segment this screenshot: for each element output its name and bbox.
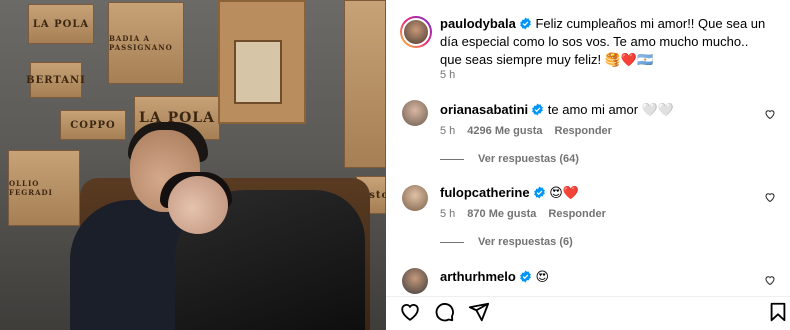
post-action-bar: [386, 296, 790, 330]
wood-panel: [344, 0, 386, 168]
wood-sign: BERTANI: [26, 62, 85, 98]
wood-sign: OLLIO FEGRADI: [8, 150, 80, 226]
sign-text: BADIA A PASSIGNANO: [109, 34, 173, 52]
comment-likes[interactable]: 4296 Me gusta: [467, 125, 542, 137]
verified-icon: [519, 17, 531, 30]
caption-time: 5 h: [440, 69, 456, 81]
author-username[interactable]: paulodybala: [440, 16, 516, 31]
comment: orianasabatini te amo mi amor 🤍🤍: [440, 101, 760, 119]
post-photo: LA POLA BADIA A PASSIGNANO BERTANI COPPO…: [0, 0, 386, 330]
reply-button[interactable]: Responder: [555, 125, 612, 137]
commenter-username[interactable]: fulopcatherine: [440, 185, 530, 200]
comment-text: 😍❤️: [549, 185, 579, 200]
comment: arthurhmelo 😍: [440, 268, 760, 286]
sign-text: BERTANI: [26, 74, 86, 86]
commenter-username[interactable]: arthurhmelo: [440, 269, 516, 284]
wood-sign: BADIA A PASSIGNANO: [108, 2, 184, 84]
sign-text: LA POLA: [32, 18, 90, 30]
comment-like-icon[interactable]: [764, 191, 776, 203]
bookmark-icon[interactable]: [767, 301, 789, 323]
commenter-avatar[interactable]: [402, 185, 428, 211]
verified-icon: [533, 186, 545, 199]
author-avatar[interactable]: [400, 16, 432, 48]
view-replies-button[interactable]: Ver respuestas (6): [440, 236, 573, 248]
sign-text: OLLIO FEGRADI: [9, 179, 53, 197]
comment-like-icon[interactable]: [764, 274, 776, 286]
woman-head: [168, 176, 228, 234]
wood-sign: COPPO: [60, 110, 126, 140]
comment-text: 😍: [535, 269, 550, 284]
view-replies-button[interactable]: Ver respuestas (64): [440, 153, 579, 165]
comment-time: 5 h: [440, 125, 456, 137]
comment-meta: 5 h 4296 Me gusta Responder: [440, 125, 612, 137]
post-details-panel: paulodybala Feliz cumpleaños mi amor!! Q…: [386, 0, 790, 330]
comment-icon[interactable]: [433, 301, 455, 323]
verified-icon: [532, 103, 544, 116]
comment-time: 5 h: [440, 208, 456, 220]
sign-text: COPPO: [70, 119, 116, 131]
wall-frame: [218, 0, 306, 124]
commenter-username[interactable]: orianasabatini: [440, 102, 528, 117]
share-icon[interactable]: [468, 301, 490, 323]
comment-meta: 5 h 870 Me gusta Responder: [440, 208, 606, 220]
comment-text: te amo mi amor 🤍🤍: [547, 102, 675, 117]
reply-button[interactable]: Responder: [548, 208, 605, 220]
commenter-avatar[interactable]: [402, 100, 428, 126]
replies-divider: [440, 158, 464, 160]
view-replies-label: Ver respuestas (6): [478, 236, 573, 248]
replies-divider: [440, 241, 464, 243]
view-replies-label: Ver respuestas (64): [478, 153, 579, 165]
commenter-avatar[interactable]: [402, 268, 428, 294]
comment: fulopcatherine 😍❤️: [440, 184, 760, 202]
comment-likes[interactable]: 870 Me gusta: [467, 208, 536, 220]
wood-sign: LA POLA: [28, 4, 94, 44]
comment-like-icon[interactable]: [764, 108, 776, 120]
verified-icon: [519, 270, 531, 283]
post-caption: paulodybala Feliz cumpleaños mi amor!! Q…: [440, 15, 770, 69]
heart-icon[interactable]: [399, 301, 421, 323]
